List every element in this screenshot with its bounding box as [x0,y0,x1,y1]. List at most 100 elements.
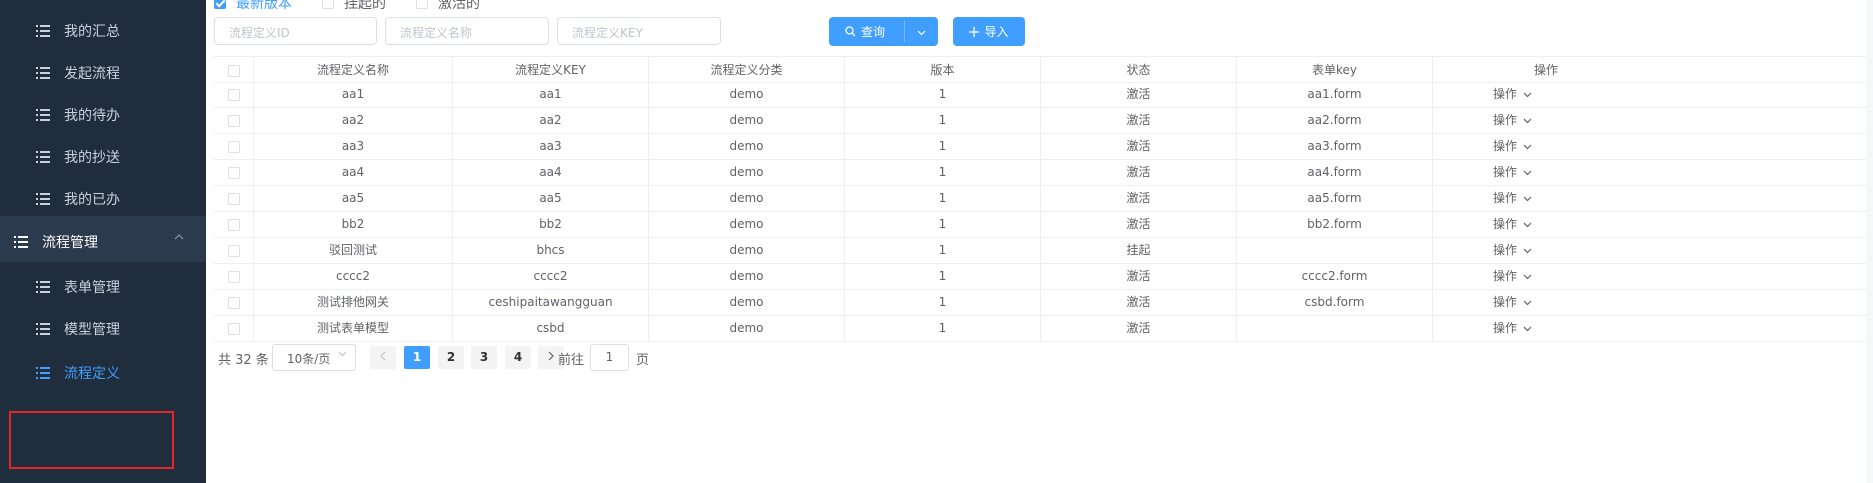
column-header: 状态 [1041,57,1237,83]
table-cell: demo [649,316,845,341]
sidebar-group-process-management[interactable]: 流程管理 [0,216,206,268]
row-select-cell[interactable] [214,212,254,237]
import-button-label: 导入 [984,25,1009,39]
page-size-value: 10条/页 [287,352,331,366]
table-row: 驳回测试 bhcs demo 1 挂起 操作 [214,238,1873,264]
row-actions-label: 操作 [1492,87,1517,101]
checkbox-label: 最新版本 [236,0,292,12]
checkbox-icon [416,0,428,9]
chevron-down-icon [1523,144,1532,149]
process-definition-key-input[interactable]: 流程定义KEY [557,17,721,45]
row-checkbox[interactable] [227,166,240,179]
checkbox-active[interactable]: 激活的 [416,0,480,12]
table-row: aa2 aa2 demo 1 激活 aa2.form 操作 [214,108,1873,134]
chevron-down-icon [917,30,926,35]
table-cell: 1 [845,82,1041,107]
row-actions-dropdown[interactable]: 操作 [1433,290,1659,315]
row-checkbox[interactable] [227,88,240,101]
row-select-cell[interactable] [214,290,254,315]
row-checkbox[interactable] [227,192,240,205]
chevron-up-icon [174,234,184,240]
table-cell: 1 [845,238,1041,263]
page-button-3[interactable]: 3 [471,346,497,369]
list-icon [36,25,50,37]
row-select-cell[interactable] [214,316,254,341]
pagination: 共 32 条 10条/页 1 2 3 4 前往 1 页 [218,344,918,372]
row-checkbox[interactable] [227,322,240,335]
row-select-cell[interactable] [214,160,254,185]
goto-page-input[interactable]: 1 [590,344,629,371]
row-select-cell[interactable] [214,238,254,263]
page-button-1[interactable]: 1 [404,346,430,369]
checkbox-icon [322,0,334,9]
table-cell: 激活 [1041,160,1237,185]
table-row: cccc2 cccc2 demo 1 激活 cccc2.form 操作 [214,264,1873,290]
table-cell: aa1 [254,82,453,107]
scrollbar-track[interactable] [1866,0,1873,483]
process-definition-id-input[interactable]: 流程定义ID [214,17,377,45]
row-select-cell[interactable] [214,134,254,159]
row-checkbox[interactable] [227,244,240,257]
row-actions-dropdown[interactable]: 操作 [1433,238,1659,263]
chevron-down-icon [338,351,347,357]
row-actions-dropdown[interactable]: 操作 [1433,264,1659,289]
row-select-cell[interactable] [214,108,254,133]
row-actions-dropdown[interactable]: 操作 [1433,108,1659,133]
row-checkbox[interactable] [227,270,240,283]
table-cell: 驳回测试 [254,238,453,263]
row-actions-dropdown[interactable]: 操作 [1433,82,1659,107]
row-checkbox[interactable] [227,114,240,127]
row-select-cell[interactable] [214,186,254,211]
main-content: 最新版本 挂起的 激活的 流程定义ID 流程定义名称 流程定义KEY 查询 导入… [206,0,1873,483]
query-button[interactable]: 查询 [829,17,938,46]
sidebar-item-label: 我的汇总 [64,24,120,40]
sidebar-item-process-definition[interactable]: 流程定义 [0,346,206,400]
prev-page-button[interactable] [370,346,396,369]
table-cell: 1 [845,212,1041,237]
query-dropdown-toggle[interactable] [905,25,938,39]
table-row: 测试表单模型 csbd demo 1 激活 操作 [214,316,1873,342]
checkbox-suspended[interactable]: 挂起的 [322,0,386,12]
sidebar-item-label: 我的已办 [64,192,120,208]
row-actions-dropdown[interactable]: 操作 [1433,134,1659,159]
sidebar-group-label: 流程管理 [42,235,98,251]
sidebar: 我的汇总 发起流程 我的待办 我的抄送 我的已办 流程管理 表单管理 模型管理 … [0,0,206,483]
select-all-cell[interactable] [214,57,254,83]
row-checkbox[interactable] [227,296,240,309]
chevron-down-icon [1523,196,1532,201]
table-cell: 测试表单模型 [254,316,453,341]
page-size-select[interactable]: 10条/页 [272,344,356,371]
page-button-4[interactable]: 4 [505,346,531,369]
row-select-cell[interactable] [214,264,254,289]
table-cell: aa2.form [1237,108,1433,133]
process-definition-name-input[interactable]: 流程定义名称 [385,17,549,45]
row-checkbox[interactable] [227,218,240,231]
select-all-checkbox[interactable] [227,64,240,77]
sidebar-item-label: 发起流程 [64,66,120,82]
table-cell: csbd [453,316,649,341]
table-cell: 1 [845,160,1041,185]
column-header: 流程定义KEY [453,57,649,83]
row-actions-dropdown[interactable]: 操作 [1433,160,1659,185]
import-button[interactable]: 导入 [953,17,1025,46]
row-actions-label: 操作 [1492,165,1517,179]
page-button-2[interactable]: 2 [438,346,464,369]
chevron-down-icon [1523,248,1532,253]
plus-icon [969,26,980,37]
table-cell: 1 [845,134,1041,159]
table-cell: demo [649,290,845,315]
row-checkbox[interactable] [227,140,240,153]
table-cell: aa1 [453,82,649,107]
table-cell: demo [649,264,845,289]
table-cell: demo [649,186,845,211]
table-cell: 激活 [1041,108,1237,133]
row-actions-dropdown[interactable]: 操作 [1433,212,1659,237]
row-select-cell[interactable] [214,82,254,107]
list-icon [36,281,50,293]
row-actions-label: 操作 [1492,139,1517,153]
table-cell: 挂起 [1041,238,1237,263]
row-actions-dropdown[interactable]: 操作 [1433,316,1659,341]
checkbox-latest-version[interactable]: 最新版本 [214,0,292,12]
table-row: aa5 aa5 demo 1 激活 aa5.form 操作 [214,186,1873,212]
row-actions-dropdown[interactable]: 操作 [1433,186,1659,211]
